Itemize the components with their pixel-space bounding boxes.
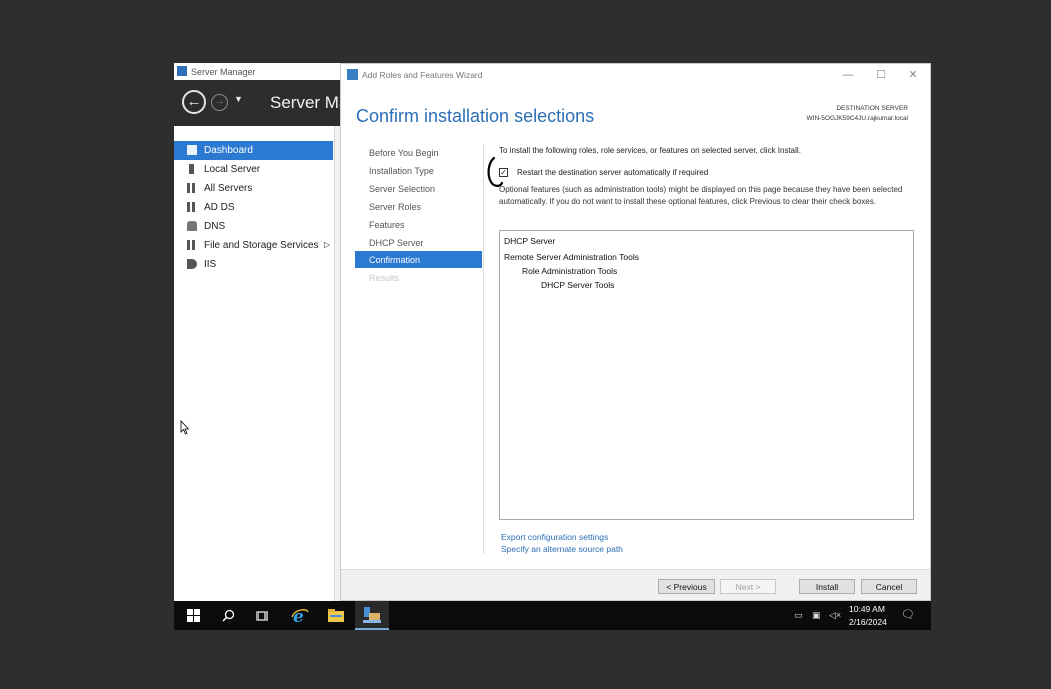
- servers-icon: [187, 183, 197, 193]
- export-configuration-link[interactable]: Export configuration settings: [501, 532, 608, 542]
- step-dhcp-server[interactable]: DHCP Server: [355, 234, 482, 251]
- dns-icon: [187, 221, 197, 231]
- step-label: Before You Begin: [369, 148, 439, 158]
- wizard-window-title: Add Roles and Features Wizard: [362, 70, 483, 80]
- list-item: Role Administration Tools: [522, 266, 618, 276]
- sidebar-item-label: Local Server: [204, 164, 261, 175]
- step-features[interactable]: Features: [355, 216, 482, 233]
- sidebar-item-label: IIS: [204, 259, 217, 270]
- server-manager-app-icon: [177, 66, 187, 76]
- wizard-steps: Before You Begin Installation Type Serve…: [355, 144, 483, 304]
- notifications-icon[interactable]: 🗨: [901, 608, 915, 621]
- cancel-button[interactable]: Cancel: [861, 579, 917, 594]
- minimize-icon[interactable]: —: [838, 67, 858, 83]
- storage-icon: [187, 240, 197, 250]
- server-manager-window-title: Server Manager: [191, 67, 256, 77]
- page-title: Confirm installation selections: [356, 106, 595, 126]
- destination-server-label: DESTINATION SERVER: [836, 105, 908, 112]
- server-icon: [189, 164, 194, 174]
- list-item: Remote Server Administration Tools: [504, 252, 639, 262]
- list-item: DHCP Server Tools: [541, 280, 615, 290]
- search-icon[interactable]: [211, 601, 245, 630]
- intro-text: To install the following roles, role ser…: [499, 146, 801, 155]
- step-results: Results: [355, 269, 482, 286]
- step-server-roles[interactable]: Server Roles: [355, 198, 482, 215]
- task-view-icon[interactable]: [246, 601, 280, 630]
- sidebar-item-label: AD DS: [204, 202, 235, 213]
- sidebar-item-dns[interactable]: DNS: [174, 217, 333, 236]
- forward-arrow-icon[interactable]: →: [211, 94, 228, 111]
- server-manager-header-title: Server Ma: [270, 93, 344, 112]
- mouse-pointer-icon: [180, 420, 190, 435]
- step-label: DHCP Server: [369, 238, 424, 248]
- close-icon[interactable]: ✕: [903, 67, 923, 83]
- server-manager-icon[interactable]: [355, 601, 389, 630]
- network-icon[interactable]: ▭: [794, 610, 803, 621]
- step-installation-type[interactable]: Installation Type: [355, 162, 482, 179]
- back-arrow-icon[interactable]: ←: [182, 90, 206, 114]
- file-explorer-icon[interactable]: [319, 601, 353, 630]
- alternate-source-link[interactable]: Specify an alternate source path: [501, 544, 623, 554]
- sidebar-item-label: Dashboard: [204, 145, 253, 156]
- wizard-footer: < Previous Next > Install Cancel: [341, 569, 930, 600]
- restart-checkbox[interactable]: ✓: [499, 168, 508, 177]
- clock-time[interactable]: 10:49 AM: [849, 604, 885, 614]
- ad-ds-icon: [187, 202, 197, 212]
- list-item: DHCP Server: [504, 236, 556, 246]
- internet-explorer-icon[interactable]: e: [283, 601, 317, 630]
- next-button[interactable]: Next >: [720, 579, 776, 594]
- steps-divider: [483, 144, 484, 554]
- sidebar-item-file-and-storage-services[interactable]: File and Storage Services ▷: [174, 236, 333, 255]
- sidebar-item-label: DNS: [204, 221, 226, 232]
- display-icon[interactable]: ▣: [812, 610, 821, 621]
- server-manager-titlebar: Server Manager: [174, 63, 344, 80]
- step-label: Installation Type: [369, 166, 434, 176]
- step-confirmation[interactable]: Confirmation: [355, 251, 482, 268]
- expand-arrow-icon[interactable]: ▷: [324, 240, 330, 249]
- sidebar-item-dashboard[interactable]: Dashboard: [174, 141, 333, 160]
- windows-start-icon[interactable]: [176, 601, 210, 630]
- step-server-selection[interactable]: Server Selection: [355, 180, 482, 197]
- server-manager-window: Server Manager ← → ▼ Server Ma Dashboard…: [174, 63, 344, 603]
- sidebar-item-all-servers[interactable]: All Servers: [174, 179, 333, 198]
- step-label: Results: [369, 273, 400, 283]
- destination-server-name: WIN-5OGJK59C4JU.rajkumar.local: [806, 115, 909, 122]
- sidebar-item-label: File and Storage Services: [204, 240, 319, 251]
- optional-features-text: Optional features (such as administratio…: [499, 185, 903, 206]
- volume-muted-icon[interactable]: ◁×: [829, 610, 841, 621]
- clock-date[interactable]: 2/16/2024: [849, 617, 887, 627]
- add-roles-wizard-window: Add Roles and Features Wizard — ☐ ✕ Conf…: [340, 63, 931, 601]
- dashboard-icon: [187, 145, 197, 155]
- previous-button[interactable]: < Previous: [658, 579, 715, 594]
- maximize-icon[interactable]: ☐: [871, 67, 891, 83]
- step-label: Server Selection: [369, 184, 436, 194]
- chevron-down-icon[interactable]: ▼: [234, 94, 243, 104]
- wizard-app-icon: [347, 69, 358, 80]
- sidebar-item-local-server[interactable]: Local Server: [174, 160, 333, 179]
- install-button[interactable]: Install: [799, 579, 855, 594]
- sidebar-item-iis[interactable]: IIS: [174, 255, 333, 274]
- restart-checkbox-label[interactable]: Restart the destination server automatic…: [517, 168, 708, 177]
- selection-list[interactable]: DHCP Server Remote Server Administration…: [499, 230, 914, 520]
- step-before-you-begin[interactable]: Before You Begin: [355, 144, 482, 161]
- server-manager-sidebar: Dashboard Local Server All Servers AD DS…: [174, 126, 335, 603]
- step-label: Confirmation: [369, 255, 421, 265]
- iis-icon: [187, 259, 197, 269]
- wizard-titlebar: Add Roles and Features Wizard — ☐ ✕: [341, 64, 930, 86]
- sidebar-item-label: All Servers: [204, 183, 253, 194]
- step-label: Server Roles: [369, 202, 422, 212]
- taskbar: e ▭ ▣ ◁× 10:49 AM 2/16/2024 🗨: [174, 601, 931, 630]
- step-label: Features: [369, 220, 405, 230]
- server-manager-header: ← → ▼ Server Ma: [174, 80, 344, 126]
- sidebar-item-ad-ds[interactable]: AD DS: [174, 198, 333, 217]
